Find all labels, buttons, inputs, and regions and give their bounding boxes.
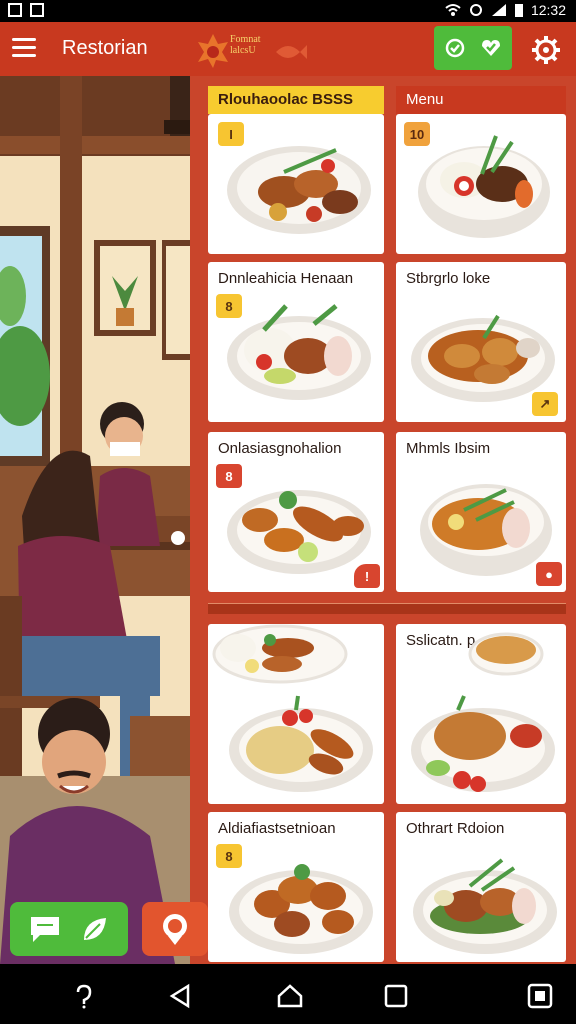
food-bowl-image	[420, 484, 552, 576]
gear-icon[interactable]	[530, 34, 562, 66]
menu-card[interactable]: Mhmls Ibsim ●	[396, 432, 566, 592]
home-icon[interactable]	[276, 982, 304, 1010]
alarm-icon	[469, 4, 482, 16]
item-title: Aldiafiastsetnioan	[218, 820, 336, 837]
featured-banner: Rlouhaoolac BSSS	[208, 86, 384, 114]
menu-card[interactable]: Sslicatn. p	[396, 624, 566, 804]
fish-logo-icon	[276, 45, 307, 59]
app-bar: Restorian Fomnat lalcsU	[0, 22, 576, 76]
item-title: Stbrgrlo loke	[406, 270, 491, 287]
wifi-icon	[445, 4, 461, 16]
menu-card[interactable]: I	[208, 114, 384, 254]
menu-card[interactable]: Onlasiasgnohalion 8 !	[208, 432, 384, 592]
food-plate-image	[227, 146, 371, 234]
signal-icon	[491, 4, 506, 16]
menu-banner: Menu	[396, 86, 566, 114]
item-title: Onlasiasgnohalion	[218, 440, 342, 457]
food-plate-image	[411, 695, 555, 792]
location-button[interactable]	[142, 902, 208, 956]
app-title: Restorian	[62, 37, 148, 59]
corner-badge: !	[354, 564, 380, 588]
food-plate-image	[227, 490, 371, 574]
food-plate-image	[212, 624, 348, 684]
status-bar: 12:32	[0, 0, 576, 22]
menu-card[interactable]: Othrart Rdoion	[396, 812, 566, 962]
food-plate-image	[413, 858, 557, 954]
food-plate-image	[227, 304, 371, 400]
system-nav-bar	[0, 968, 576, 1024]
heart-check-icon	[482, 40, 500, 56]
clock: 12:32	[530, 2, 566, 18]
menu-card[interactable]: Stbrgrlo loke ↗	[396, 262, 566, 422]
restaurant-logo[interactable]: Fomnat lalcsU	[196, 30, 308, 70]
food-plate-image	[229, 864, 373, 954]
menu-card[interactable]	[208, 624, 384, 804]
leaf-icon	[84, 918, 106, 940]
hamburger-icon[interactable]	[12, 38, 36, 58]
notification-icon	[30, 3, 44, 17]
restaurant-illustration	[0, 76, 190, 964]
notification-icon	[8, 3, 22, 17]
chat-button[interactable]	[10, 902, 128, 956]
logo-text: Fomnat lalcsU	[230, 34, 261, 56]
chat-icon	[31, 917, 59, 942]
back-icon[interactable]	[166, 982, 194, 1010]
item-title: Othrart Rdoion	[406, 820, 505, 837]
menu-card[interactable]: 10	[396, 114, 566, 254]
corner-badge: ↗	[532, 392, 558, 416]
item-title: Mhmls Ibsim	[406, 440, 491, 457]
chat-check-icon	[445, 38, 465, 58]
food-plate-image	[229, 695, 373, 792]
quick-actions-button[interactable]	[434, 26, 512, 70]
battery-icon	[514, 4, 523, 17]
menu-card[interactable]: Dnnleahicia Henaan 8	[208, 262, 384, 422]
location-pin-icon	[163, 914, 187, 945]
corner-badge: ●	[536, 562, 562, 586]
food-bowl-image	[418, 135, 550, 238]
voice-icon[interactable]	[70, 982, 98, 1010]
item-title: Dnnleahicia Henaan	[218, 270, 354, 287]
menu-card[interactable]: Aldiafiastsetnioan 8	[208, 812, 384, 962]
recents-icon[interactable]	[382, 982, 410, 1010]
food-plate-image	[468, 632, 544, 676]
screenshot-icon[interactable]	[526, 982, 554, 1010]
scene-artwork	[0, 76, 190, 964]
section-divider	[208, 603, 566, 614]
flame-logo-icon	[198, 34, 228, 68]
